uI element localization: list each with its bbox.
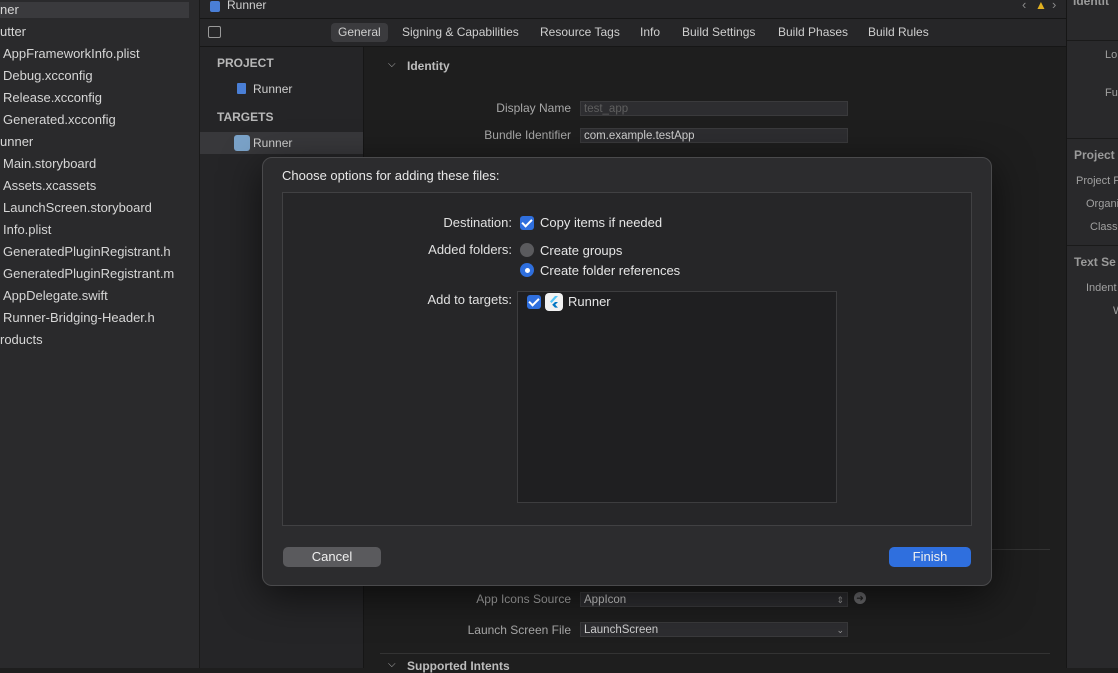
project-item-label: Runner — [253, 82, 293, 96]
launch-screen-select[interactable]: LaunchScreen ⌄ — [580, 622, 848, 637]
inspector-class-label: Class — [1090, 221, 1118, 233]
tab-info[interactable]: Info — [633, 23, 667, 42]
chevron-down-icon: ⌄ — [836, 625, 844, 635]
target-item-runner[interactable]: Runner — [200, 132, 363, 154]
launch-screen-label: Launch Screen File — [467, 623, 571, 637]
inspector-location-label: Lo — [1105, 49, 1118, 61]
finish-button[interactable]: Finish — [889, 547, 971, 567]
warning-icon[interactable]: ▲ — [1035, 0, 1047, 12]
project-section-header: PROJECT — [217, 56, 274, 70]
inspector-indent-label: Indent — [1086, 282, 1117, 294]
inspector-divider — [1067, 40, 1118, 41]
dialog-title: Choose options for adding these files: — [282, 168, 500, 183]
create-folder-refs-label[interactable]: Create folder references — [540, 263, 680, 278]
nav-file-plugin-registrant-m[interactable]: GeneratedPluginRegistrant.m — [3, 266, 181, 282]
jump-bar: Runner ‹ ▲ › — [200, 0, 1066, 19]
nav-file-plugin-registrant-h[interactable]: GeneratedPluginRegistrant.h — [3, 244, 193, 260]
inspector-fullpath-label: Fu — [1105, 87, 1118, 99]
nav-file-launchscreen[interactable]: LaunchScreen.storyboard — [3, 200, 193, 216]
inspector-organization-label: Organi — [1086, 198, 1118, 210]
tab-build-phases[interactable]: Build Phases — [771, 23, 855, 42]
arrow-right-circle-icon[interactable]: ➜ — [854, 592, 866, 604]
inspector-project-header: Project — [1074, 148, 1115, 162]
inspector-divider — [1067, 138, 1118, 139]
project-navigator: ner utter AppFrameworkInfo.plist Debug.x… — [0, 0, 200, 668]
target-runner-label[interactable]: Runner — [568, 294, 611, 309]
tab-build-rules[interactable]: Build Rules — [861, 23, 936, 42]
create-groups-label[interactable]: Create groups — [540, 243, 622, 258]
tab-build-settings[interactable]: Build Settings — [675, 23, 762, 42]
project-file-icon — [210, 1, 220, 12]
identity-section-header: Identity — [407, 59, 450, 73]
add-to-targets-label: Add to targets: — [427, 292, 512, 307]
launch-screen-value: LaunchScreen — [584, 624, 659, 636]
inspector-divider — [1067, 245, 1118, 246]
editor-tab-bar: General Signing & Capabilities Resource … — [200, 19, 1066, 47]
added-folders-label: Added folders: — [428, 242, 512, 257]
cancel-button[interactable]: Cancel — [283, 547, 381, 567]
create-folder-refs-radio[interactable] — [520, 263, 534, 277]
jumpbar-title[interactable]: Runner — [227, 0, 266, 12]
sidebar-toggle-icon[interactable] — [208, 26, 221, 38]
nav-group-flutter[interactable]: utter — [0, 24, 190, 40]
copy-items-label[interactable]: Copy items if needed — [540, 215, 662, 230]
flutter-logo-icon — [550, 296, 558, 308]
inspector-project-format-label: Project F — [1076, 175, 1118, 187]
supported-intents-header: Supported Intents — [407, 659, 510, 673]
nav-group-runner-folder[interactable]: unner — [0, 134, 190, 150]
nav-group-products[interactable]: roducts — [0, 332, 190, 348]
nav-file-bridging-header[interactable]: Runner-Bridging-Header.h — [3, 310, 193, 326]
app-icons-value: AppIcon — [584, 594, 627, 606]
targets-list: Runner — [517, 291, 837, 503]
create-groups-radio[interactable] — [520, 243, 534, 257]
destination-label: Destination: — [443, 215, 512, 230]
chevron-left-icon[interactable]: ‹ — [1022, 0, 1026, 12]
nav-file-appframeworkinfo[interactable]: AppFrameworkInfo.plist — [3, 46, 193, 62]
inspector-identity-header: Identit — [1073, 0, 1109, 8]
target-item-label: Runner — [253, 136, 293, 150]
inspector-text-settings-header: Text Se — [1074, 255, 1116, 269]
display-name-field[interactable]: test_app — [580, 101, 848, 116]
bundle-id-field[interactable]: com.example.testApp — [580, 128, 848, 143]
section-divider — [380, 653, 1050, 654]
inspector-panel: Identit Lo Fu Project Project F Organi C… — [1066, 0, 1118, 668]
flutter-icon — [545, 293, 563, 311]
chevron-down-icon[interactable]: ⌵ — [388, 659, 396, 670]
target-runner-checkbox[interactable] — [527, 295, 541, 309]
nav-file-debug-xcconfig[interactable]: Debug.xcconfig — [3, 68, 193, 84]
nav-label: ner — [0, 2, 19, 17]
inspector-width-label: W — [1113, 305, 1118, 317]
nav-file-info-plist[interactable]: Info.plist — [3, 222, 193, 238]
nav-file-release-xcconfig[interactable]: Release.xcconfig — [3, 90, 193, 106]
app-icons-select[interactable]: AppIcon ⇕ — [580, 592, 848, 607]
chevron-right-icon[interactable]: › — [1052, 0, 1056, 12]
nav-file-generated-xcconfig[interactable]: Generated.xcconfig — [3, 112, 193, 128]
copy-items-checkbox[interactable] — [520, 216, 534, 230]
nav-group-runner[interactable]: ner — [0, 2, 190, 18]
targets-section-header: TARGETS — [217, 110, 274, 124]
tab-signing[interactable]: Signing & Capabilities — [395, 23, 526, 42]
app-icons-label: App Icons Source — [476, 592, 571, 606]
nav-file-main-storyboard[interactable]: Main.storyboard — [3, 156, 193, 172]
tab-general[interactable]: General — [331, 23, 388, 42]
add-files-dialog: Choose options for adding these files: D… — [262, 157, 992, 586]
project-file-icon — [237, 83, 246, 94]
nav-file-appdelegate[interactable]: AppDelegate.swift — [3, 288, 193, 304]
nav-selection-highlight — [0, 2, 189, 18]
bundle-id-label: Bundle Identifier — [484, 128, 571, 142]
chevron-down-icon[interactable]: ⌵ — [388, 59, 396, 70]
flutter-icon — [234, 135, 250, 151]
dialog-options-panel: Destination: Copy items if needed Added … — [282, 192, 972, 526]
tab-resource-tags[interactable]: Resource Tags — [533, 23, 627, 42]
nav-file-assets[interactable]: Assets.xcassets — [3, 178, 193, 194]
display-name-label: Display Name — [496, 101, 571, 115]
stepper-icon: ⇕ — [836, 595, 844, 605]
project-item-runner[interactable]: Runner — [200, 78, 363, 100]
